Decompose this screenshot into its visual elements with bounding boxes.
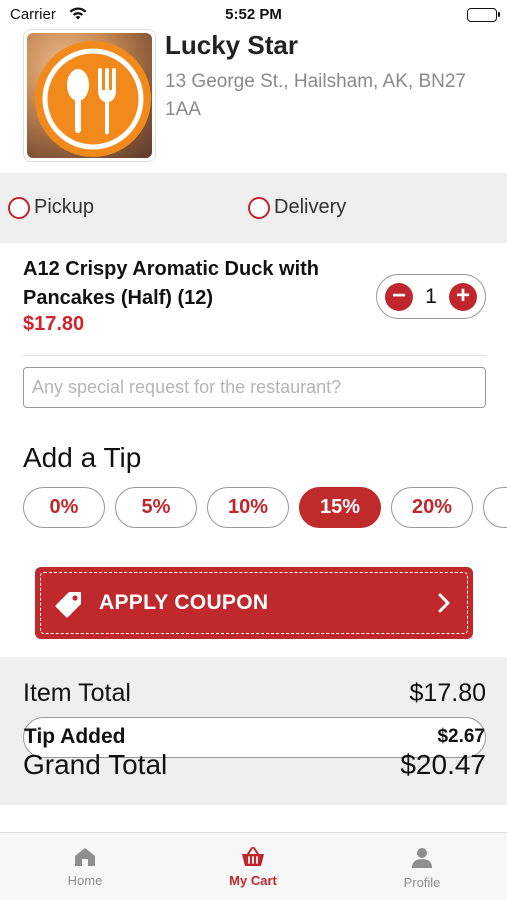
tab-home-label: Home xyxy=(67,873,103,888)
restaurant-address: 13 George St., Hailsham, AK, BN27 1AA xyxy=(165,71,466,120)
person-icon xyxy=(412,848,432,868)
home-icon xyxy=(75,848,95,866)
tip-option-0[interactable]: 0% xyxy=(23,487,105,528)
order-totals: Item Total $17.80 Tip Added $2.67 Grand … xyxy=(0,657,507,805)
tip-option-20[interactable]: 20% xyxy=(391,487,473,528)
order-type-selector: Pickup Delivery xyxy=(0,173,507,243)
apply-coupon-label: APPLY COUPON xyxy=(99,591,269,614)
restaurant-name: Lucky Star xyxy=(165,30,298,60)
quantity-stepper: − 1 + xyxy=(376,274,486,319)
radio-circle-icon xyxy=(248,196,270,219)
tab-profile-label: Profile xyxy=(403,875,441,890)
pickup-radio[interactable]: Pickup xyxy=(8,196,94,219)
delivery-radio[interactable]: Delivery xyxy=(248,196,346,219)
tip-option-5[interactable]: 5% xyxy=(115,487,197,528)
tip-option-more[interactable] xyxy=(483,487,507,528)
radio-circle-icon xyxy=(8,196,30,219)
tab-my-cart[interactable]: My Cart xyxy=(193,847,313,888)
pickup-label: Pickup xyxy=(34,196,95,218)
grand-total-row: Grand Total $20.47 xyxy=(23,749,486,781)
battery-icon xyxy=(467,8,500,22)
tip-option-15[interactable]: 15% xyxy=(299,487,381,528)
chevron-right-icon xyxy=(437,593,451,618)
increase-quantity-button[interactable]: + xyxy=(449,282,477,311)
clock: 5:52 PM xyxy=(225,6,282,23)
decrease-quantity-button[interactable]: − xyxy=(385,282,413,311)
spoon-fork-icon xyxy=(35,41,151,157)
delivery-label: Delivery xyxy=(274,196,347,218)
tab-profile[interactable]: Profile xyxy=(362,847,482,890)
cart-item-name: A12 Crispy Aromatic Duck with Pancakes (… xyxy=(23,258,320,309)
grand-total-label: Grand Total xyxy=(23,749,168,780)
divider xyxy=(23,355,486,356)
tab-home[interactable]: Home xyxy=(25,847,145,888)
item-total-label: Item Total xyxy=(23,679,131,707)
item-total-value: $17.80 xyxy=(409,679,486,707)
status-bar: Carrier 5:52 PM xyxy=(0,0,507,30)
tip-option-10[interactable]: 10% xyxy=(207,487,289,528)
tip-section-title: Add a Tip xyxy=(23,442,142,473)
apply-coupon-button[interactable]: APPLY COUPON xyxy=(35,567,473,639)
tab-my-cart-label: My Cart xyxy=(229,873,277,888)
tab-bar: Home My Cart Profile xyxy=(0,832,507,900)
quantity-value: 1 xyxy=(425,284,437,308)
tip-options[interactable]: 0% 5% 10% 15% 20% xyxy=(23,487,507,529)
restaurant-logo xyxy=(23,29,156,162)
tag-icon xyxy=(55,590,83,623)
cart-item-price: $17.80 xyxy=(23,313,85,335)
item-total-row: Item Total $17.80 xyxy=(23,679,486,708)
basket-icon xyxy=(242,847,264,866)
grand-total-value: $20.47 xyxy=(400,749,486,780)
special-request-input[interactable] xyxy=(23,367,486,408)
